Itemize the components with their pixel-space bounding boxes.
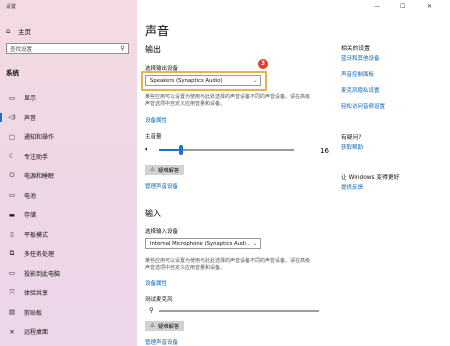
related-settings-heading: 相关的设置: [341, 46, 370, 52]
notification-icon: ▢: [8, 132, 16, 141]
chevron-down-icon: ⌄: [252, 240, 258, 247]
sidebar-item-label: 多任务处理: [24, 251, 55, 259]
related-link-mic-privacy[interactable]: 麦克风隐私设置: [341, 86, 380, 94]
microphone-icon: ⚲: [149, 306, 154, 314]
maximize-button[interactable]: ☐: [400, 3, 405, 10]
wrench-icon: ⚠: [150, 167, 155, 173]
search-placeholder: 查找设置: [10, 46, 33, 53]
sidebar-item[interactable]: ▭ 投影到此电脑: [0, 264, 137, 284]
sidebar-item-label: 通知和操作: [24, 134, 55, 142]
related-link-bluetooth[interactable]: 蓝牙和其他设备: [341, 54, 380, 62]
output-properties-link[interactable]: 设备属性: [145, 116, 167, 124]
sidebar-item-label: 平板模式: [24, 231, 49, 239]
clipboard-icon: ▤: [8, 308, 16, 317]
input-troubleshoot-label: 疑难解答: [157, 324, 180, 330]
sidebar-item[interactable]: ✕ 远程桌面: [0, 322, 137, 342]
window-title: 设置: [6, 4, 17, 10]
sidebar-item[interactable]: ▯ 平板模式: [0, 225, 137, 245]
volume-slider-thumb[interactable]: [178, 145, 183, 155]
volume-slider[interactable]: [159, 145, 294, 155]
home-label: 主页: [18, 28, 31, 36]
input-description: 某些应用可以设置为使用与此处选择的声音设备不同的声音设备。请在高级声音选项中自定…: [145, 258, 311, 271]
input-troubleshoot-button[interactable]: ⚠ 疑难解答: [145, 321, 185, 331]
sidebar-item-label: 体验共享: [24, 290, 49, 298]
help-heading: 有疑问?: [341, 135, 362, 141]
speaker-icon: ◁): [8, 113, 16, 122]
sidebar-item[interactable]: ◁) 声音: [0, 108, 137, 128]
sidebar-item-label: 远程桌面: [24, 329, 49, 337]
input-device-label: 选择输入设备: [145, 229, 179, 235]
output-description: 某些应用可以设置为使用与此处选择的声音设备不同的声音设备。请在高级声音选项中自定…: [145, 94, 311, 107]
input-device-dropdown[interactable]: Internal Microphone (Synaptics Audi... ⌄: [145, 238, 261, 249]
sidebar-item-label: 电源和睡眠: [24, 173, 55, 181]
speaker-icon[interactable]: 🔈︎: [145, 145, 149, 154]
chevron-down-icon: ⌄: [252, 77, 258, 84]
sidebar-item[interactable]: ▤ 剪贴板: [0, 303, 137, 323]
sidebar-item-label: 专注助手: [24, 153, 49, 161]
project-icon: ▭: [8, 269, 16, 278]
moon-icon: ☾: [9, 152, 15, 161]
volume-slider-fill: [159, 149, 181, 151]
sidebar-item-label: 投影到此电脑: [24, 270, 61, 278]
sidebar-item[interactable]: ▬ 存储: [0, 205, 137, 225]
volume-value: 16: [320, 147, 329, 155]
minimize-button[interactable]: —: [374, 3, 380, 10]
sidebar-item[interactable]: ⧉ 多任务处理: [0, 244, 137, 264]
sidebar-item[interactable]: ⤧ 体验共享: [0, 283, 137, 303]
main-content: — ☐ ✕ 声音 输出 选择输出设备 3 Speakers (Synaptics…: [137, 0, 450, 346]
test-mic-label: 测试麦克风: [145, 297, 173, 303]
sidebar-item-label: 存储: [24, 212, 37, 220]
page-title: 声音: [145, 24, 170, 38]
sidebar-item-label: 剪贴板: [24, 309, 43, 317]
power-icon: ⏻: [9, 171, 15, 180]
share-icon: ⤧: [9, 288, 15, 297]
search-input[interactable]: 查找设置 ⚲: [6, 43, 129, 54]
search-icon[interactable]: ⚲: [117, 45, 128, 52]
sidebar-item-label: 电池: [24, 192, 37, 200]
wrench-icon: ⚠: [150, 323, 155, 329]
volume-label: 主音量: [145, 134, 162, 140]
sidebar-home[interactable]: ⌂ 主页: [6, 25, 31, 37]
sidebar-item[interactable]: ▭ 电池: [0, 186, 137, 206]
home-icon: ⌂: [6, 27, 11, 35]
sidebar: 设置 ⌂ 主页 查找设置 ⚲ 系统 ▭ 显示 ◁) 声音 ▢ 通知和操作 ☾ 专注助手 ⏻ 电源和…: [0, 0, 137, 346]
sidebar-item[interactable]: ▭ 显示: [0, 88, 137, 108]
battery-icon: ▭: [8, 191, 16, 200]
get-help-link[interactable]: 获取帮助: [341, 143, 363, 151]
mic-level-bar: [159, 310, 319, 312]
related-link-sound-control-panel[interactable]: 声音控制面板: [341, 70, 374, 78]
sidebar-item[interactable]: ▢ 通知和操作: [0, 127, 137, 147]
output-device-dropdown[interactable]: Speakers (Synaptics Audio) ⌄: [145, 75, 261, 86]
step-badge: 3: [258, 59, 268, 69]
sidebar-item[interactable]: ⏻ 电源和睡眠: [0, 166, 137, 186]
remote-icon: ✕: [9, 327, 15, 336]
output-device-value: Speakers (Synaptics Audio): [150, 77, 223, 84]
input-heading: 输入: [145, 209, 161, 218]
input-properties-link[interactable]: 设备属性: [145, 279, 167, 287]
sidebar-section-label: 系统: [6, 69, 19, 77]
feedback-link[interactable]: 提供反馈: [341, 183, 363, 191]
monitor-icon: ▭: [8, 93, 16, 102]
output-manage-link[interactable]: 管理声音设备: [145, 182, 178, 190]
close-button[interactable]: ✕: [427, 3, 432, 10]
tablet-icon: ▯: [10, 230, 14, 239]
sidebar-item-label: 声音: [24, 114, 37, 122]
sidebar-item-label: 显示: [24, 95, 37, 103]
related-link-ease-of-access-audio[interactable]: 轻松访问音频设置: [341, 102, 385, 110]
input-device-value: Internal Microphone (Synaptics Audi...: [150, 240, 250, 247]
storage-icon: ▬: [8, 210, 16, 219]
feedback-heading: 让 Windows 变得更好: [341, 175, 400, 181]
sidebar-nav: ▭ 显示 ◁) 声音 ▢ 通知和操作 ☾ 专注助手 ⏻ 电源和睡眠 ▭ 电池 ▬ 存储 ▯ 平板模式 ⧉ 多任务处…: [0, 88, 137, 342]
output-troubleshoot-button[interactable]: ⚠ 疑难解答: [145, 165, 185, 175]
multitask-icon: ⧉: [9, 249, 15, 258]
output-troubleshoot-label: 疑难解答: [157, 168, 180, 174]
input-manage-link[interactable]: 管理声音设备: [145, 338, 178, 346]
sidebar-item[interactable]: ☾ 专注助手: [0, 147, 137, 167]
output-heading: 输出: [145, 45, 161, 54]
